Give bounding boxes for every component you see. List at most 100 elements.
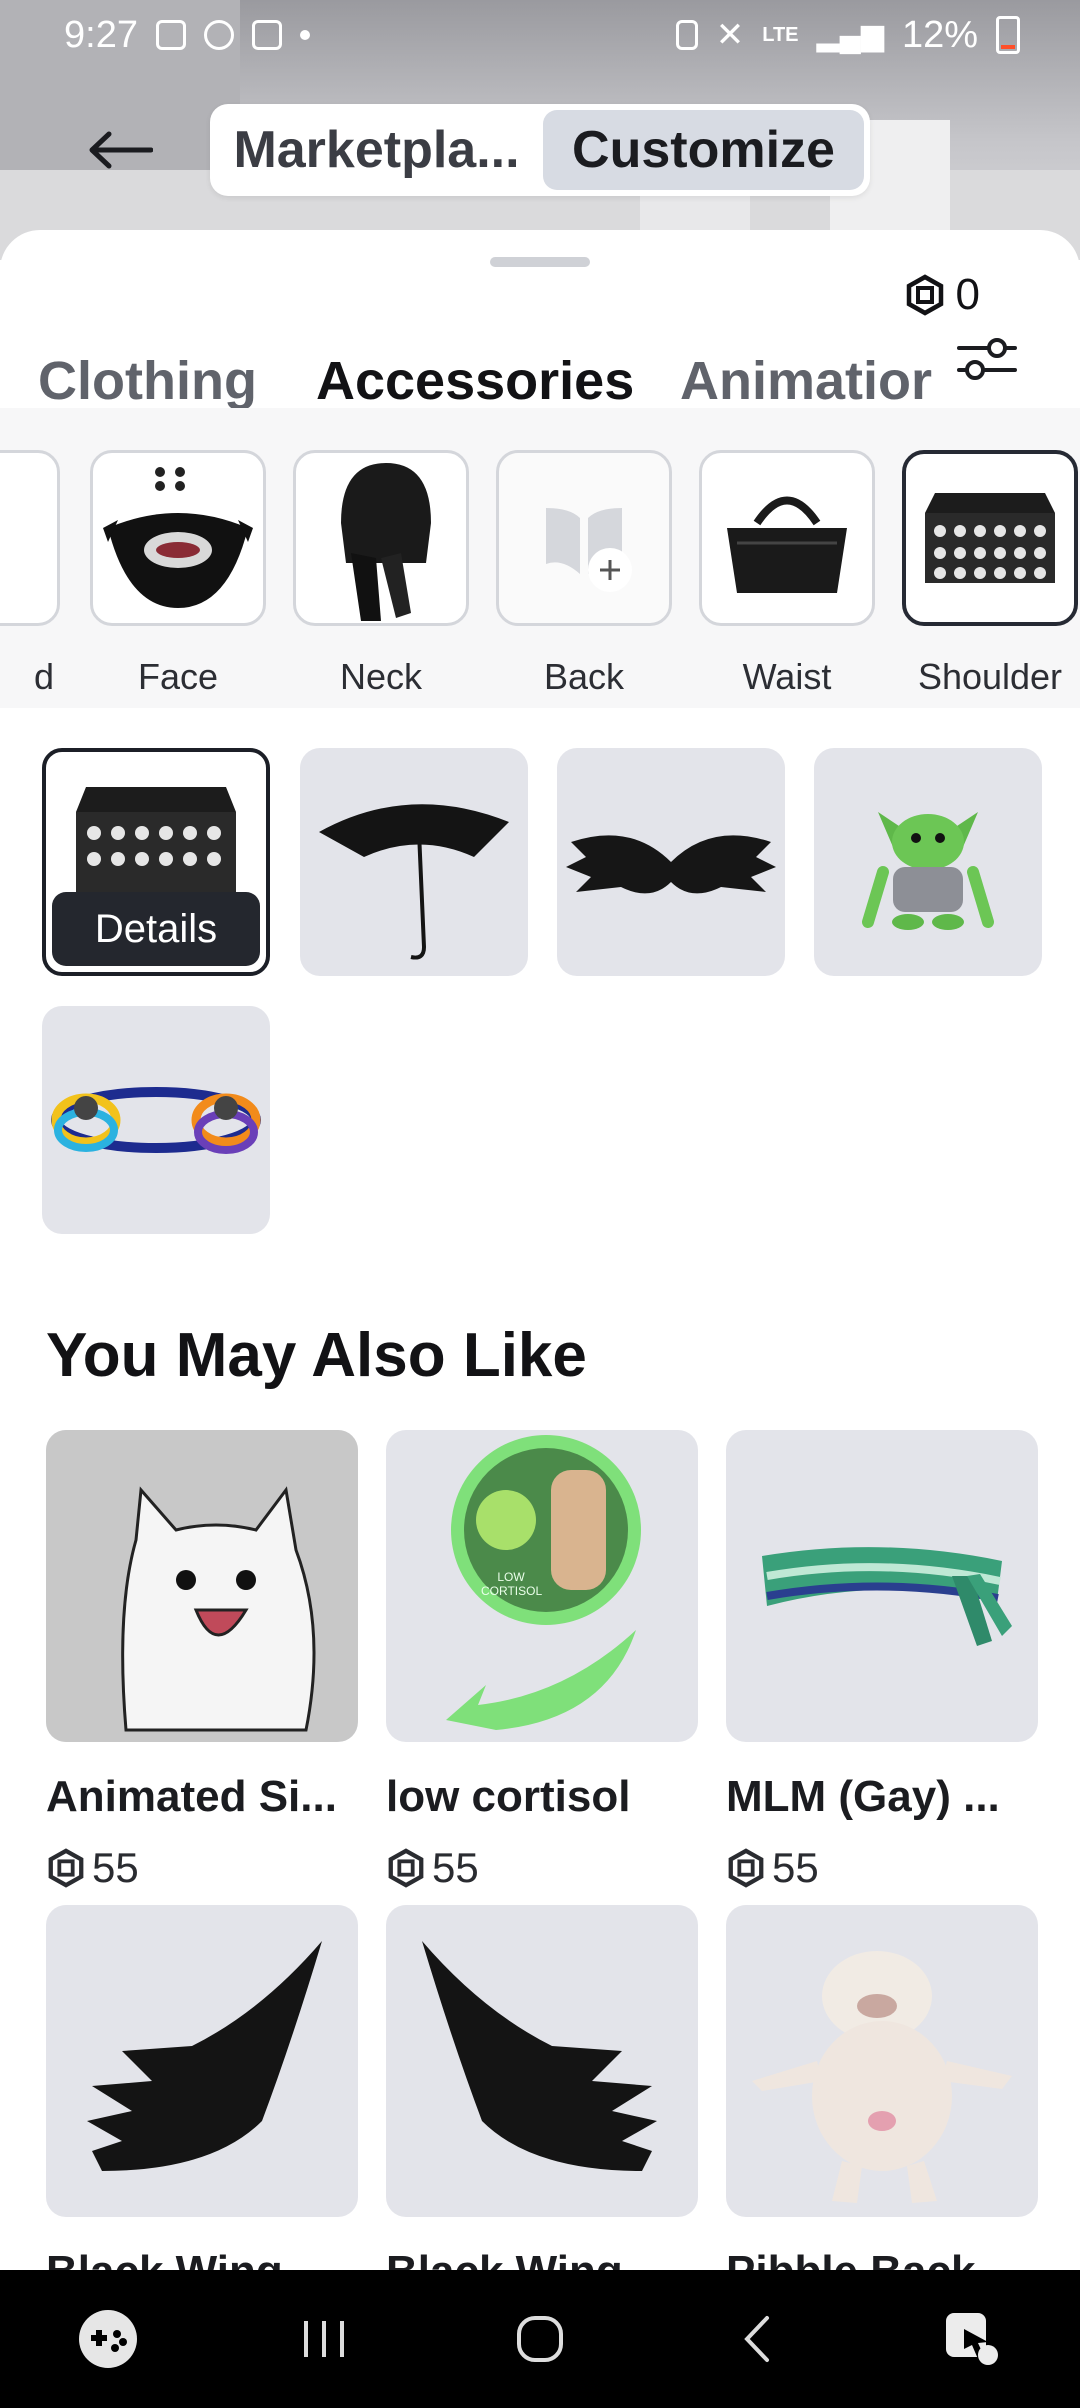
category-back[interactable]: Back [496, 450, 672, 698]
rec-item-price: 55 [726, 1844, 1038, 1892]
category-label: Shoulder [917, 656, 1063, 697]
battery-saver-icon [675, 20, 698, 50]
more-notifications-icon [299, 30, 310, 40]
filter-sliders-icon [957, 338, 1017, 380]
cat-sign-image [46, 1430, 358, 1742]
black-wing-image [87, 1941, 322, 2171]
face-accessory-thumb [90, 450, 266, 626]
rec-thumb: LOW CORTISOL [386, 1430, 698, 1742]
accessory-category-strip: d Face Neck Back Waist Shoulder [0, 408, 1080, 708]
category-waist[interactable]: Waist [699, 450, 875, 698]
waist-accessory-thumb [699, 450, 875, 626]
rec-item[interactable]: Pibble Back [726, 1905, 1038, 2270]
battery-percent: 12% [901, 13, 978, 56]
status-right: ✕ LTE ▂▄▆ 12% [675, 13, 1020, 57]
black-wings-image [566, 835, 776, 894]
shoulder-accessory-thumb [902, 450, 1078, 626]
rec-thumb [46, 1905, 358, 2217]
rec-thumb [726, 1905, 1038, 2217]
category-face[interactable]: Face [90, 450, 266, 698]
rec-item-name: Black Wing [386, 2247, 698, 2270]
category-thumb [0, 450, 60, 626]
back-chevron-icon [744, 2316, 769, 2362]
black-wing-image [422, 1941, 657, 2171]
accessibility-button[interactable] [912, 2289, 1032, 2389]
thumb-caption: LOW CORTISOL [481, 1570, 543, 1599]
handbag-image [727, 496, 847, 593]
app-notification-icon [203, 20, 234, 50]
category-partial[interactable]: d [0, 450, 60, 698]
robux-amount: 0 [955, 270, 980, 319]
back-placeholder-icon [546, 508, 632, 592]
category-neck[interactable]: Neck [293, 450, 469, 698]
recents-button[interactable] [264, 2289, 384, 2389]
robux-icon [48, 1848, 84, 1888]
category-label: d [33, 656, 54, 697]
filter-button[interactable] [955, 330, 1025, 400]
rec-item[interactable]: Animated Si... 55 [46, 1430, 358, 1892]
rec-thumb [726, 1430, 1038, 1742]
system-nav-bar [0, 2270, 1080, 2408]
home-icon [517, 2316, 563, 2362]
price-value: 55 [432, 1844, 479, 1891]
battery-icon [996, 16, 1020, 54]
belt-image [762, 1547, 1012, 1646]
green-creature-image [862, 812, 994, 930]
rec-item[interactable]: Black Wing [46, 1905, 358, 2270]
rec-item-name: Animated Si... [46, 1772, 337, 1821]
robux-balance[interactable]: 0 [904, 270, 980, 320]
back-arrow-icon [89, 131, 153, 169]
rec-item-name: low cortisol [386, 1772, 631, 1821]
tab-marketplace[interactable]: Marketpla... [216, 110, 537, 190]
sheet-drag-handle[interactable] [490, 257, 590, 267]
mute-icon: ✕ [715, 16, 745, 54]
rec-item[interactable]: Black Wing [386, 1905, 698, 2270]
back-accessory-thumb [496, 450, 672, 626]
tab-clothing[interactable]: Clothing [38, 350, 257, 412]
umbrella-image [319, 804, 509, 960]
game-launcher-button[interactable] [48, 2289, 168, 2389]
robux-icon [906, 274, 943, 316]
details-button[interactable]: Details [52, 892, 260, 966]
accessibility-touch-icon [946, 2313, 998, 2365]
equipped-item-umbrella[interactable] [300, 748, 528, 976]
price-value: 55 [772, 1844, 819, 1891]
gamepad-icon [79, 2310, 137, 2368]
customize-sheet: 0 Clothing Accessories Animatior d Face … [0, 230, 1080, 2270]
back-nav-button[interactable] [696, 2289, 816, 2389]
home-button[interactable] [480, 2289, 600, 2389]
equipped-item-shoulder-pads[interactable]: Details [42, 748, 270, 976]
tab-animations[interactable]: Animatior [680, 350, 932, 412]
rainbow-rings-image [51, 1087, 261, 1154]
equipped-item-creature[interactable] [814, 748, 1042, 976]
marketplace-customize-toggle: Marketpla... Customize [210, 104, 870, 196]
robux-icon [388, 1848, 424, 1888]
rec-thumb [386, 1905, 698, 2217]
status-time: 9:27 [64, 13, 138, 56]
alert-icon [251, 20, 282, 50]
category-label: Waist [742, 656, 832, 697]
rec-item-name: Pibble Back [726, 2247, 1038, 2270]
category-shoulder[interactable]: Shoulder [902, 450, 1078, 698]
equipped-item-rings[interactable] [42, 1006, 270, 1234]
rec-item-price: 55 [386, 1844, 698, 1892]
category-label: Back [543, 656, 625, 697]
equipped-item-wings[interactable] [557, 748, 785, 976]
rec-item[interactable]: MLM (Gay) ... 55 [726, 1430, 1038, 1892]
category-label: Face [137, 656, 219, 697]
status-bar: 9:27 ✕ LTE ▂▄▆ 12% [0, 0, 1080, 70]
rec-thumb [46, 1430, 358, 1742]
neck-accessory-thumb [293, 450, 469, 626]
section-title-recommendations: You May Also Like [46, 1321, 587, 1390]
low-cortisol-image [446, 1435, 641, 1730]
gallery-icon [155, 20, 186, 50]
rec-item-name: Black Wing [46, 2247, 358, 2270]
tab-accessories[interactable]: Accessories [316, 350, 634, 412]
recents-icon [304, 2321, 344, 2357]
rec-item-name: MLM (Gay) ... [726, 1772, 1000, 1821]
back-button[interactable] [80, 115, 160, 185]
tab-customize[interactable]: Customize [543, 110, 864, 190]
puppy-image [752, 1951, 1012, 2203]
rec-item[interactable]: LOW CORTISOL low cortisol 55 [386, 1430, 698, 1892]
robux-icon [728, 1848, 764, 1888]
